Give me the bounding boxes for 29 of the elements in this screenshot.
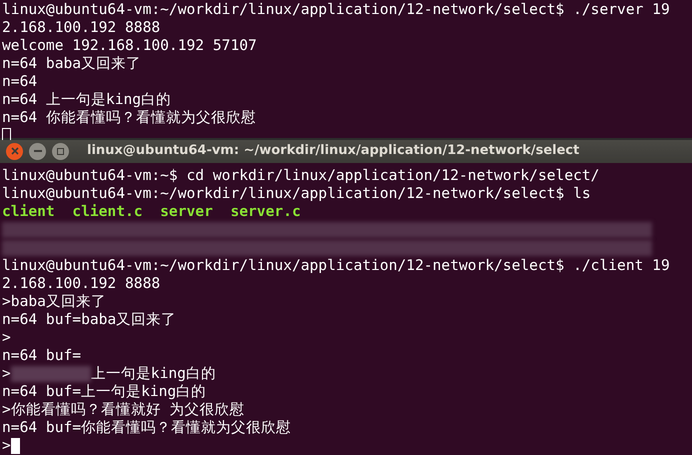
terminal-line: 2.168.100.192 8888	[2, 19, 160, 37]
terminal-line: >baba又回来了	[2, 293, 106, 311]
file-listing: client client.c server server.c	[2, 203, 301, 221]
terminal-line: 2.168.100.192 8888	[2, 275, 160, 293]
terminal-line: n=64	[2, 73, 38, 91]
terminal-line: n=64 baba又回来了	[2, 55, 142, 73]
close-button[interactable]	[6, 142, 23, 160]
terminal-line: linux@ubuntu64-vm:~/workdir/linux/application/12-network/select$ ./server 19	[2, 1, 670, 19]
minimize-icon	[34, 150, 42, 152]
terminal-line: linux@ubuntu64-vm:~/workdir/linux/application/12-network/select$ ls	[2, 185, 591, 203]
terminal-line: n=64 buf=	[2, 347, 82, 365]
terminal-line: n=64 buf=你能看懂吗？看懂就为父很欣慰	[2, 419, 292, 437]
terminal-line: >你能看懂吗？看懂就好 为父很欣慰	[2, 401, 245, 419]
prompt-mark: >	[2, 365, 11, 383]
terminal-line: n=64 上一句是king白的	[2, 91, 172, 109]
terminal-line: welcome 192.168.100.192 57107	[2, 37, 257, 55]
terminal-line: 上一句是king白的	[90, 365, 216, 383]
minimize-button[interactable]	[29, 142, 46, 160]
terminal-line: n=64 buf=baba又回来了	[2, 311, 176, 329]
close-icon	[10, 147, 18, 156]
terminal-line: n=64 你能看懂吗？看懂就为父很欣慰	[2, 109, 256, 127]
terminal-line: n=64 buf=上一句是king白的	[2, 383, 206, 401]
terminal-line: >	[2, 329, 11, 347]
terminal-line: linux@ubuntu64-vm:~$ cd workdir/linux/application/12-network/select/	[2, 167, 600, 185]
maximize-icon	[57, 148, 64, 155]
maximize-button[interactable]	[52, 142, 69, 160]
window-title: linux@ubuntu64-vm: ~/workdir/linux/application/12-network/select	[87, 142, 580, 160]
terminal-line: linux@ubuntu64-vm:~/workdir/linux/application/12-network/select$ ./client 19	[2, 257, 670, 275]
prompt-mark: >	[2, 437, 11, 455]
